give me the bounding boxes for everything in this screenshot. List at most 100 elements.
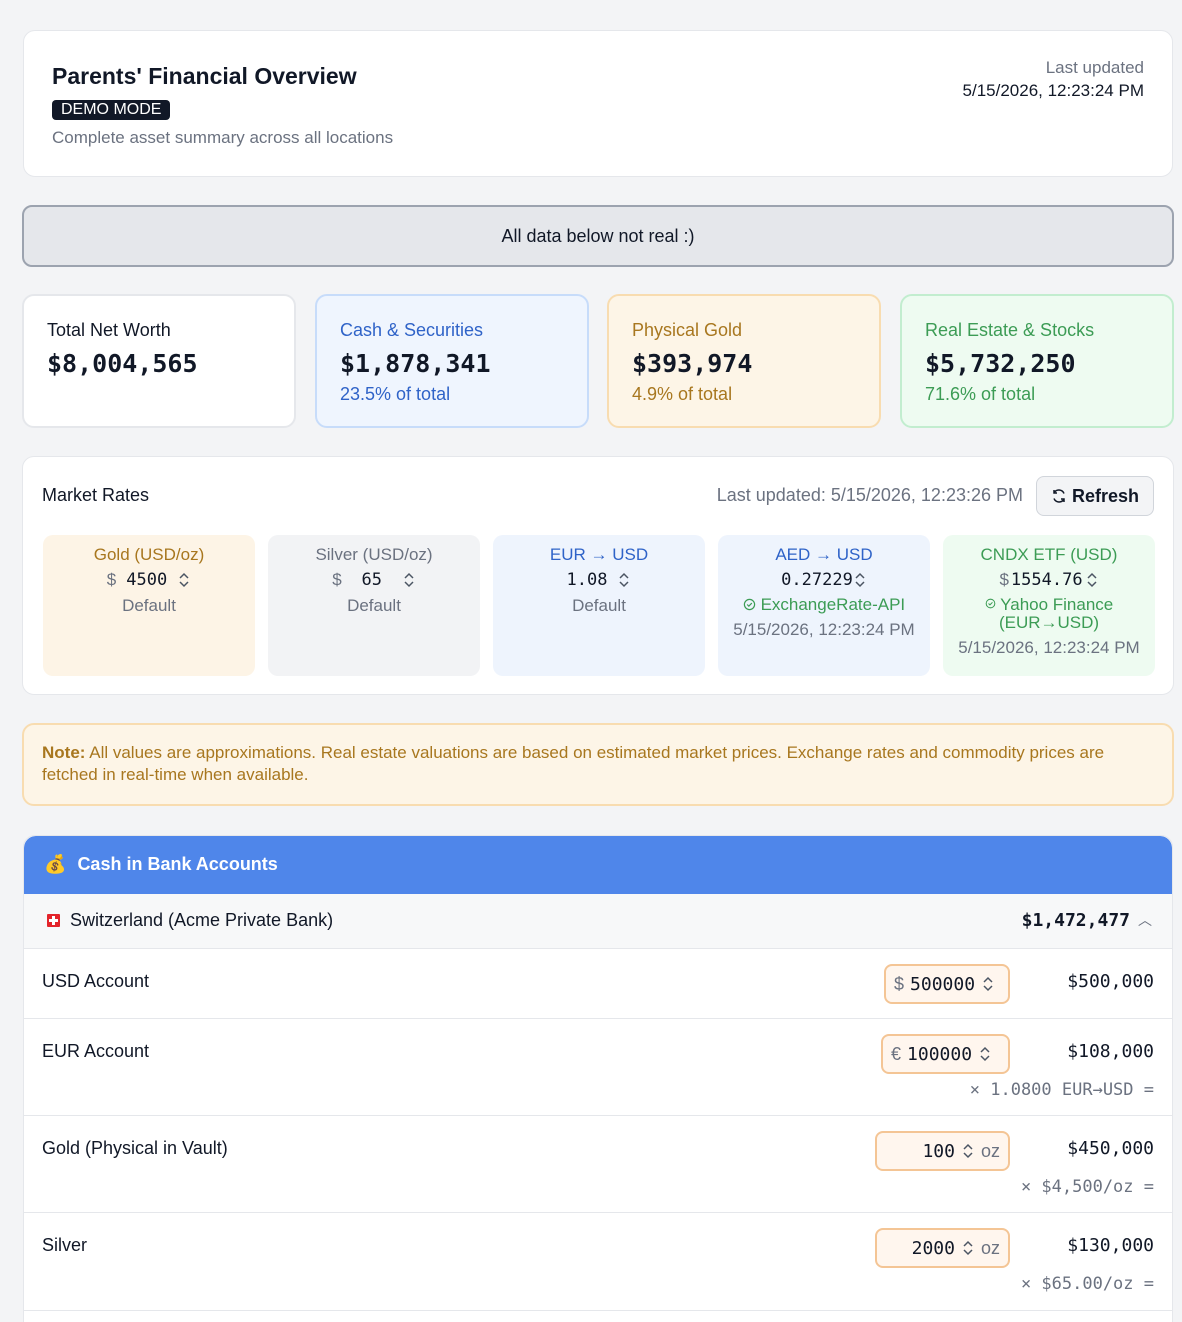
account-row: Silver 2000 oz $130,000 × $65.00/oz = [24, 1213, 1172, 1311]
spinner-icon[interactable] [617, 571, 631, 589]
rate-source: Yahoo Finance (EUR→USD) [943, 596, 1155, 632]
silver-rate-input[interactable]: $ 65 [268, 570, 480, 590]
rate-label: Silver (USD/oz) [315, 545, 433, 564]
rates-last-updated: Last updated: 5/15/2026, 12:23:26 PM [716, 485, 1023, 505]
rate-card-cndx-etf: CNDX ETF (USD) $ 1554.76 Yahoo Finance (… [943, 535, 1155, 676]
location-name-wrap: Switzerland (Acme Private Bank) [47, 910, 333, 931]
spinner-icon[interactable] [853, 571, 867, 589]
rate-value[interactable]: 65 [352, 570, 392, 590]
aed-rate-input[interactable]: 0.27229 [718, 570, 930, 590]
rate-value[interactable]: 1554.76 [1011, 570, 1083, 590]
account-name: USD Account [42, 971, 150, 991]
usd-amount-input[interactable]: $ 500000 [884, 964, 1010, 1004]
account-value: $450,000 [1067, 1138, 1154, 1159]
silver-amount-input[interactable]: 2000 oz [875, 1228, 1010, 1268]
rate-timestamp: 5/15/2026, 12:23:24 PM [733, 620, 915, 639]
rate-status: Default [572, 596, 626, 615]
rate-card-aed-usd: AED → USD 0.27229 ExchangeRate-API 5/15/… [718, 535, 930, 676]
currency-symbol: $ [894, 973, 905, 994]
rate-value[interactable]: 4500 [126, 570, 167, 590]
amount-value[interactable]: 100 [922, 1141, 955, 1162]
summary-value: $393,974 [632, 349, 753, 378]
money-bag-icon: 💰 [44, 854, 67, 874]
unit-label: oz [980, 1140, 1000, 1161]
summary-percent: 71.6% of total [925, 384, 1036, 404]
account-name: Silver [42, 1235, 88, 1255]
currency-symbol: $ [999, 570, 1009, 589]
spinner-icon[interactable] [981, 975, 995, 993]
rate-source-label: ExchangeRate-API [760, 595, 906, 614]
rate-card-gold: Gold (USD/oz) $ 4500 Default [43, 535, 255, 676]
spinner-icon[interactable] [978, 1045, 992, 1063]
amount-value[interactable]: 500000 [910, 974, 975, 995]
summary-label: Total Net Worth [47, 320, 171, 340]
rate-label: Gold (USD/oz) [93, 545, 205, 564]
rate-label: AED → USD [775, 545, 873, 564]
chevron-up-icon[interactable]: ︿ [1138, 910, 1152, 930]
demo-mode-badge: DEMO MODE [52, 100, 171, 120]
rate-source-label: Yahoo Finance (EUR→USD) [998, 595, 1114, 632]
rate-label: CNDX ETF (USD) [980, 545, 1118, 564]
cndx-rate-input[interactable]: $ 1554.76 [943, 570, 1155, 590]
location-total: $1,472,477 [1021, 910, 1130, 931]
eur-rate-input[interactable]: 1.08 [493, 570, 705, 590]
currency-symbol: $ [332, 570, 342, 589]
rate-value[interactable]: 1.08 [567, 570, 608, 590]
account-name: Gold (Physical in Vault) [42, 1138, 228, 1158]
summary-value: $8,004,565 [47, 349, 198, 378]
summary-label: Real Estate & Stocks [925, 320, 1095, 340]
gold-rate-input[interactable]: $ 4500 [43, 570, 255, 590]
amount-value[interactable]: 2000 [912, 1238, 955, 1259]
conversion-formula: × 1.0800 EUR→USD = [969, 1080, 1154, 1100]
summary-card-cash: Cash & Securities $1,878,341 23.5% of to… [315, 294, 589, 428]
spinner-icon[interactable] [177, 571, 191, 589]
summary-percent: 4.9% of total [632, 384, 733, 404]
spinner-icon[interactable] [402, 571, 416, 589]
last-updated-value: 5/15/2026, 12:23:24 PM [962, 81, 1144, 100]
check-circle-icon [743, 598, 756, 611]
account-row: USD Account $ 500000 $500,000 [24, 949, 1172, 1019]
currency-symbol: $ [106, 570, 117, 589]
cash-section: 💰 Cash in Bank Accounts Switzerland (Acm… [23, 835, 1173, 1322]
eur-amount-input[interactable]: € 100000 [881, 1034, 1010, 1074]
spinner-icon[interactable] [961, 1239, 975, 1257]
account-value: $500,000 [1067, 971, 1154, 992]
conversion-formula: × $65.00/oz = [1020, 1274, 1154, 1294]
account-row: Gold (Physical in Vault) 100 oz $450,000… [24, 1116, 1172, 1213]
rate-status: Default [122, 596, 176, 615]
account-row: EUR Account € 100000 $108,000 × 1.0800 E… [24, 1019, 1172, 1116]
summary-value: $5,732,250 [925, 349, 1076, 378]
check-circle-icon [985, 598, 996, 609]
rate-status: Default [347, 596, 401, 615]
spinner-icon[interactable] [961, 1142, 975, 1160]
page-subtitle: Complete asset summary across all locati… [52, 128, 394, 147]
rate-value[interactable]: 0.27229 [781, 570, 853, 590]
account-value: $130,000 [1067, 1235, 1154, 1256]
page-title: Parents' Financial Overview [52, 63, 357, 89]
spinner-icon[interactable] [1085, 571, 1099, 589]
rate-card-silver: Silver (USD/oz) $ 65 Default [268, 535, 480, 676]
rate-card-eur-usd: EUR → USD 1.08 Default [493, 535, 705, 676]
unit-label: oz [980, 1237, 1000, 1258]
rate-timestamp: 5/15/2026, 12:23:24 PM [958, 638, 1140, 657]
approximation-note: Note: All values are approximations. Rea… [22, 723, 1174, 806]
account-value: $108,000 [1067, 1041, 1154, 1062]
last-updated-label: Last updated [1045, 58, 1144, 77]
rate-label: EUR → USD [549, 545, 649, 564]
summary-card-real-estate: Real Estate & Stocks $5,732,250 71.6% of… [900, 294, 1174, 428]
gold-amount-input[interactable]: 100 oz [875, 1131, 1010, 1171]
refresh-icon [1053, 489, 1065, 503]
summary-value: $1,878,341 [340, 349, 491, 378]
note-text: All values are approximations. Real esta… [42, 743, 1105, 784]
rate-source: ExchangeRate-API [718, 596, 930, 614]
header-card: Parents' Financial Overview DEMO MODE Co… [23, 30, 1173, 177]
summary-card-gold: Physical Gold $393,974 4.9% of total [607, 294, 881, 428]
cash-section-header: 💰 Cash in Bank Accounts [24, 836, 1172, 894]
summary-label: Cash & Securities [340, 320, 484, 340]
refresh-button[interactable]: Refresh [1036, 476, 1154, 516]
location-header-switzerland[interactable]: Switzerland (Acme Private Bank) $1,472,4… [24, 894, 1172, 949]
summary-percent: 23.5% of total [340, 384, 451, 404]
summary-card-net-worth: Total Net Worth $8,004,565 [22, 294, 296, 428]
conversion-formula: × $4,500/oz = [1020, 1177, 1154, 1197]
amount-value[interactable]: 100000 [907, 1044, 972, 1065]
